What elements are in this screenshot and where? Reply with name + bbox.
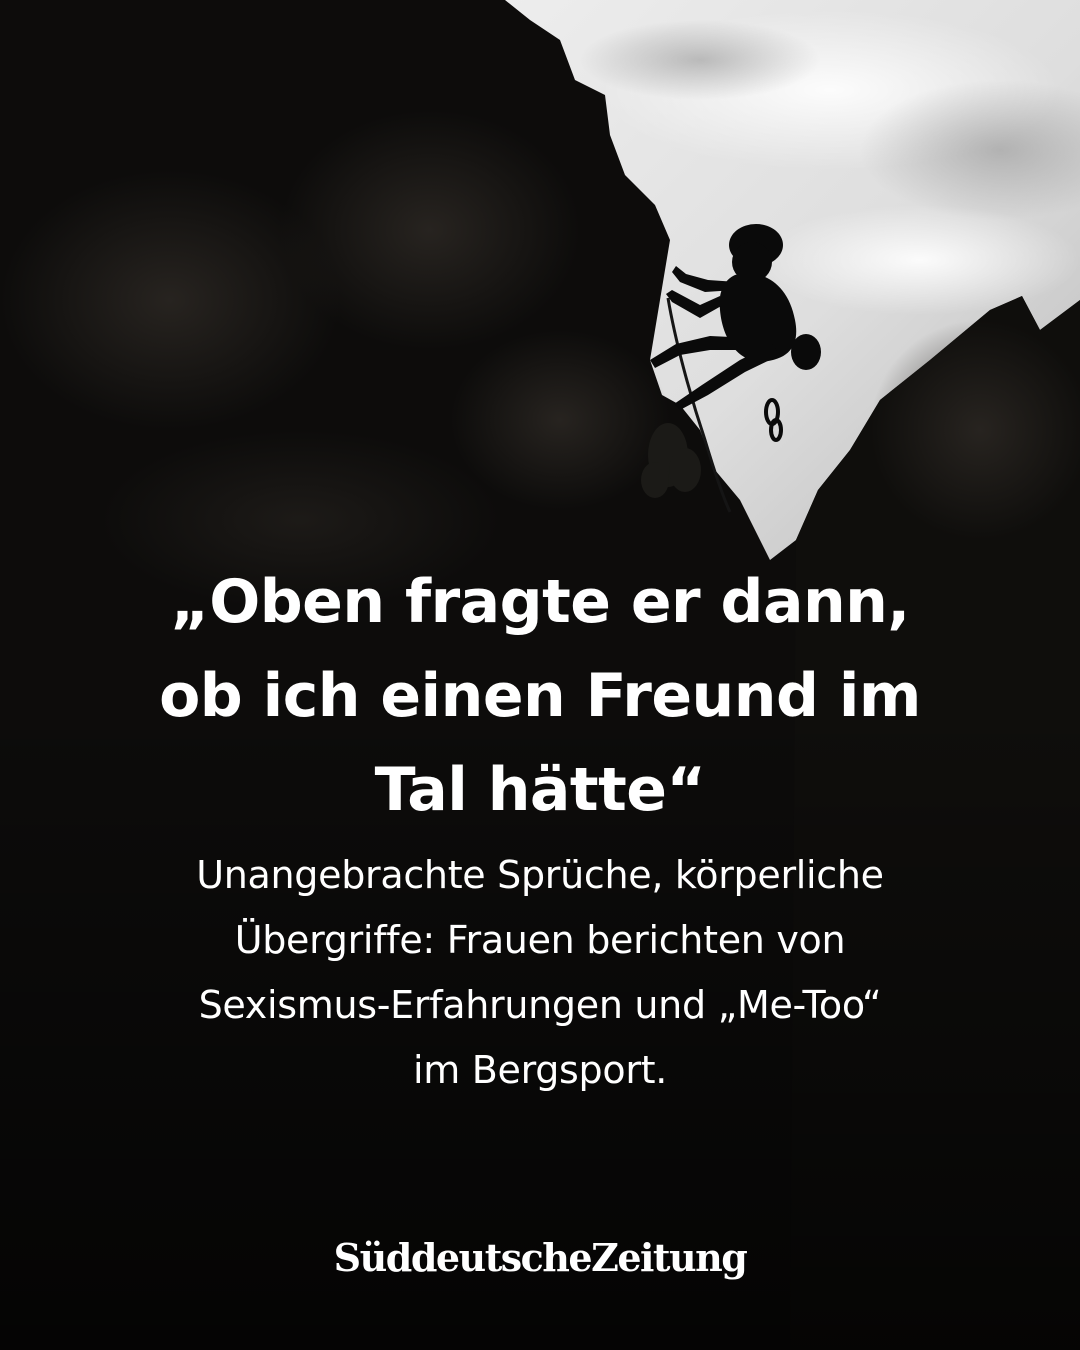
social-post-card: „Oben fragte er dann, ob ich einen Freun…	[0, 0, 1080, 1350]
headline-line: Tal hätte“	[374, 755, 706, 825]
subheadline-line: Sexismus-Erfahrungen und „Me-Too“	[198, 983, 882, 1027]
subheadline: Unangebrachte Sprüche, körperliche Überg…	[100, 843, 980, 1103]
headline-line: ob ich einen Freund im	[159, 661, 921, 731]
subheadline-line: Unangebrachte Sprüche, körperliche	[196, 853, 884, 897]
cloud	[760, 205, 1080, 315]
brand-logo: SüddeutscheZeitung	[333, 1235, 748, 1280]
subheadline-line: Übergriffe: Frauen berichten von	[234, 918, 846, 962]
headline: „Oben fragte er dann, ob ich einen Freun…	[90, 555, 990, 837]
headline-line: „Oben fragte er dann,	[170, 567, 910, 637]
cloud	[580, 20, 820, 100]
subheadline-line: im Bergsport.	[412, 1048, 668, 1092]
